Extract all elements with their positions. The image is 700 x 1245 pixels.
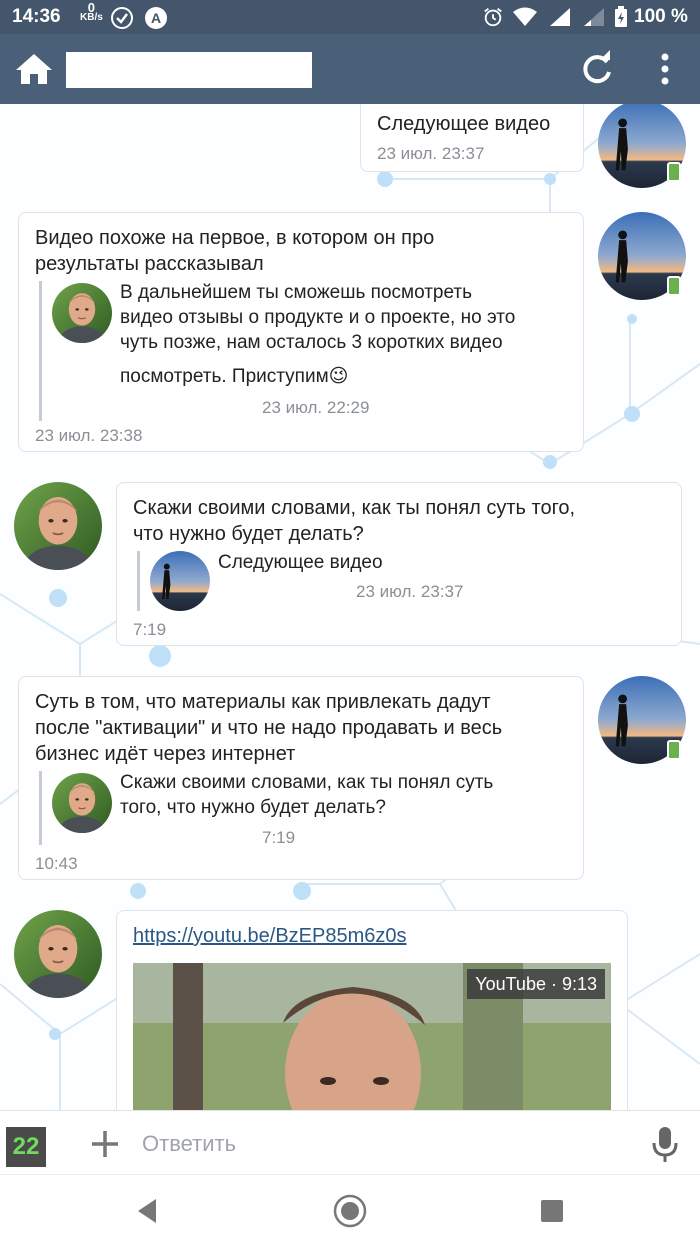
reply-bar: 22 xyxy=(0,1110,700,1175)
alarm-icon xyxy=(482,6,504,34)
message-text: что нужно будет делать? xyxy=(133,523,364,545)
chat-title xyxy=(66,52,312,88)
more-vertical-icon xyxy=(661,53,669,85)
accessibility-a-icon: A xyxy=(144,6,168,36)
quoted-message[interactable]: В дальнейшем ты сможешь посмотреть видео… xyxy=(39,281,562,421)
recents-button[interactable] xyxy=(534,1193,570,1229)
message-bubble[interactable]: https://youtu.be/BzEP85m6z0s YouTube · 9… xyxy=(116,910,628,1110)
message-text: после "активации" и что не надо продават… xyxy=(35,717,503,739)
home-icon xyxy=(16,54,52,84)
message-text: бизнес идёт через интернет xyxy=(35,743,296,765)
quoted-message[interactable]: Следующее видео 23 июл. 23:37 xyxy=(137,551,480,611)
avatar-contact[interactable] xyxy=(14,482,102,570)
quote-text-end: посмотреть. Приступим xyxy=(120,366,329,387)
message-text: Следующее видео xyxy=(377,113,551,135)
quote-text: того, что нужно будет делать? xyxy=(120,797,386,818)
quote-time: 7:19 xyxy=(262,828,296,847)
message-bubble[interactable]: Следующее видео 23 июл. 23:37 xyxy=(360,104,584,172)
mobile-phone-icon xyxy=(667,162,681,182)
home-button[interactable] xyxy=(14,52,54,86)
message-text: Суть в том, что материалы как привлекать… xyxy=(35,691,491,713)
check-circle-icon xyxy=(110,6,134,36)
status-bar: 14:36 0 KB/s A 100 % xyxy=(0,0,700,34)
quote-text: В дальнейшем ты сможешь посмотреть xyxy=(120,282,473,303)
quote-time: 23 июл. 23:37 xyxy=(356,582,464,601)
message-time: 7:19 xyxy=(133,620,167,639)
quote-text: видео отзывы о продукте и о проекте, но … xyxy=(120,307,516,328)
signal-icon xyxy=(548,6,572,34)
signal-weak-icon xyxy=(582,6,606,34)
svg-text:A: A xyxy=(151,10,161,26)
battery-level: 100 % xyxy=(634,6,688,27)
plus-icon xyxy=(92,1131,118,1157)
avatar-contact[interactable] xyxy=(14,910,102,998)
voice-message-button[interactable] xyxy=(648,1125,682,1163)
unread-counter[interactable]: 22 xyxy=(6,1127,46,1167)
message-text: Скажи своими словами, как ты понял суть … xyxy=(133,497,576,519)
quote-text: посмотреть. Приступим😉 xyxy=(120,365,348,389)
network-speed-unit: KB/s xyxy=(80,12,103,23)
mobile-phone-icon xyxy=(667,276,681,296)
quote-text: Следующее видео xyxy=(218,552,383,573)
video-duration-badge: YouTube · 9:13 xyxy=(467,969,605,999)
quoted-message[interactable]: Скажи своими словами, как ты понял суть … xyxy=(39,771,562,847)
message-link[interactable]: https://youtu.be/BzEP85m6z0s xyxy=(133,923,407,949)
battery-charging-icon xyxy=(614,6,628,34)
message-time: 10:43 xyxy=(35,854,78,873)
recents-icon xyxy=(541,1200,563,1222)
message-bubble[interactable]: Суть в том, что материалы как привлекать… xyxy=(18,676,584,880)
mobile-phone-icon xyxy=(667,740,681,760)
quote-avatar xyxy=(52,283,112,343)
quote-avatar xyxy=(150,551,210,611)
refresh-icon xyxy=(583,50,611,84)
quote-text: Скажи своими словами, как ты понял суть xyxy=(120,772,494,793)
message-list[interactable]: Следующее видео 23 июл. 23:37 Видео похо… xyxy=(0,104,700,1110)
attach-button[interactable] xyxy=(88,1127,122,1161)
back-icon xyxy=(138,1199,156,1223)
toolbar xyxy=(0,34,700,104)
back-button[interactable] xyxy=(130,1193,166,1229)
reply-input[interactable] xyxy=(140,1125,624,1163)
refresh-button[interactable] xyxy=(578,50,616,88)
message-bubble[interactable]: Скажи своими словами, как ты понял суть … xyxy=(116,482,682,646)
message-bubble[interactable]: Видео похоже на первое, в котором он про… xyxy=(18,212,584,452)
microphone-icon xyxy=(652,1127,678,1162)
system-navigation-bar xyxy=(0,1174,700,1245)
quote-text: чуть позже, нам осталось 3 коротких виде… xyxy=(120,332,503,353)
video-preview[interactable]: YouTube · 9:13 xyxy=(133,963,611,1110)
quote-avatar xyxy=(52,773,112,833)
home-nav-button[interactable] xyxy=(332,1193,368,1229)
wifi-icon xyxy=(512,6,538,34)
message-text: результаты рассказывал xyxy=(35,253,264,275)
clock: 14:36 xyxy=(12,6,61,27)
network-speed: 0 KB/s xyxy=(80,1,103,23)
quote-time: 23 июл. 22:29 xyxy=(262,398,370,417)
message-text: Видео похоже на первое, в котором он про xyxy=(35,227,435,249)
message-time: 23 июл. 23:37 xyxy=(377,144,485,163)
message-time: 23 июл. 23:38 xyxy=(35,426,143,445)
wink-emoji-icon: 😉 xyxy=(328,366,349,387)
home-circle-icon xyxy=(333,1194,367,1228)
more-menu-button[interactable] xyxy=(650,50,680,88)
